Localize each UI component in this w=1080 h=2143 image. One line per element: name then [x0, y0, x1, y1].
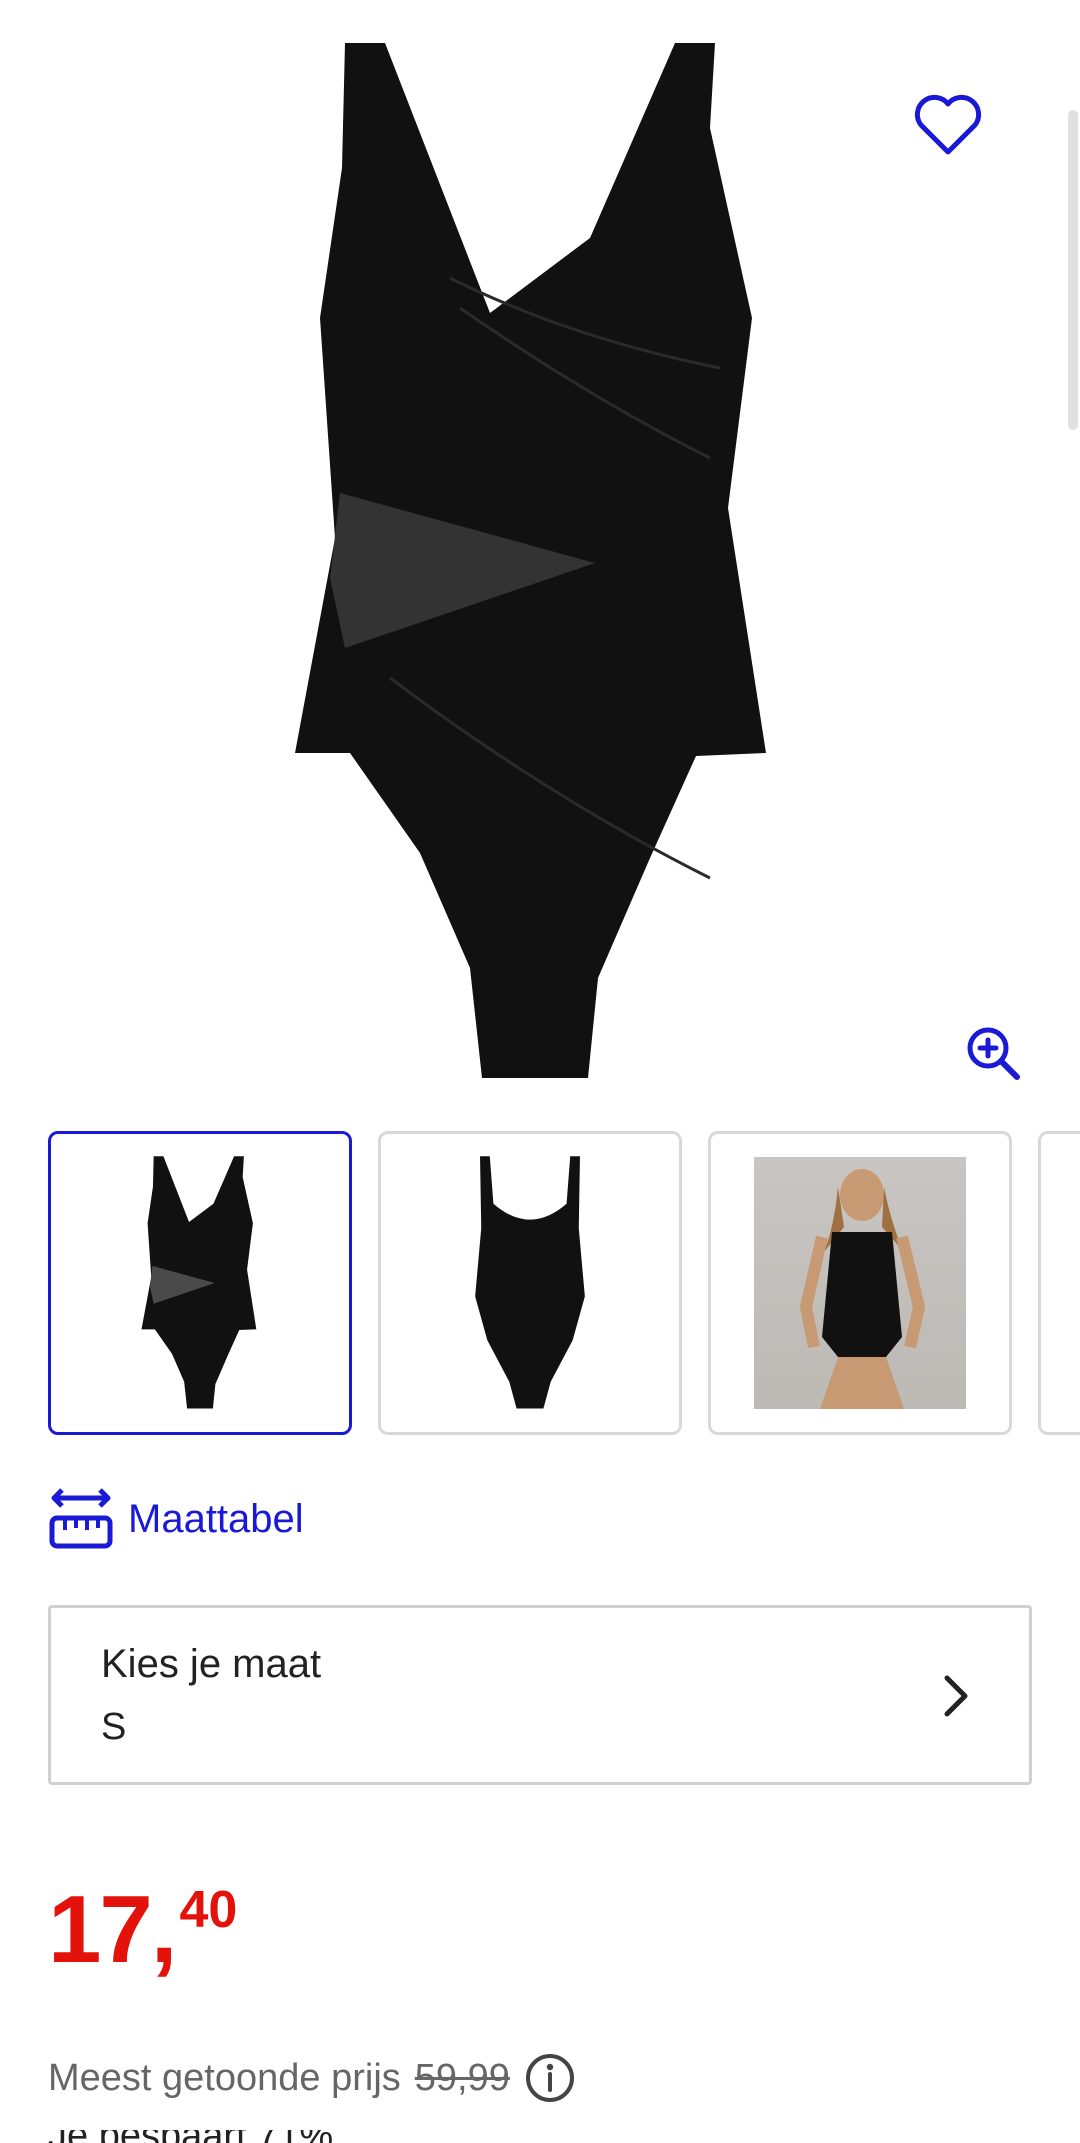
product-image-main[interactable] — [0, 0, 1080, 1100]
thumbnail-front[interactable] — [48, 1131, 352, 1435]
price-cents: 40 — [179, 1881, 238, 1939]
zoom-in-icon — [967, 1027, 1020, 1080]
price-comma: , — [150, 1876, 178, 1983]
thumbnail-model[interactable] — [708, 1131, 1012, 1435]
size-selector[interactable]: Kies je maat S — [48, 1605, 1032, 1785]
thumbnail-carousel[interactable] — [48, 1131, 1080, 1437]
thumbnail-next[interactable] — [1038, 1131, 1080, 1435]
size-chart-link[interactable]: Maattabel — [48, 1484, 304, 1554]
price-euros: 17 — [48, 1876, 153, 1983]
model-photo — [754, 1157, 966, 1409]
favorite-button[interactable] — [908, 90, 988, 160]
reference-price-label: Meest getoonde prijs — [48, 2056, 401, 2099]
savings-line: Je bespaart 71% — [48, 2130, 333, 2143]
reference-price: Meest getoonde prijs 59,99 — [48, 2052, 576, 2104]
thumbnail-back[interactable] — [378, 1131, 682, 1435]
zoom-button[interactable] — [960, 1020, 1026, 1086]
reference-price-value: 59,99 — [414, 2056, 510, 2099]
size-selector-value: S — [101, 1706, 127, 1748]
size-chart-label: Maattabel — [128, 1496, 304, 1541]
info-icon[interactable] — [524, 2052, 576, 2104]
swimsuit-front-thumbnail — [141, 1156, 257, 1409]
swimsuit-back-thumbnail — [475, 1156, 585, 1409]
ruler-icon — [49, 1488, 113, 1549]
size-selector-title: Kies je maat — [101, 1642, 322, 1686]
product-price: 17 , 40 — [48, 1882, 237, 1978]
heart-outline-icon — [914, 94, 982, 155]
chevron-right-icon — [944, 1675, 968, 1717]
swimsuit-front-image — [295, 43, 766, 1078]
